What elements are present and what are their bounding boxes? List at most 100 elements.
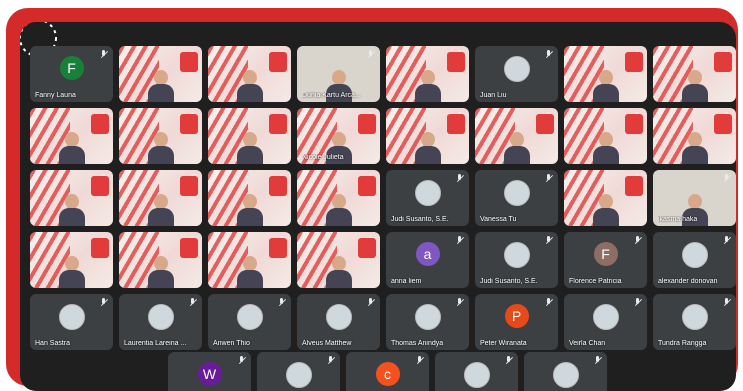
participant-tile[interactable]: [208, 46, 291, 102]
participant-tile[interactable]: Judi Susanto, S.E.: [475, 232, 558, 288]
participant-name: Florence Patricia: [569, 278, 622, 285]
participant-avatar: P: [504, 304, 529, 328]
mic-muted-icon: [505, 356, 513, 365]
participant-tile[interactable]: Thomas Anindya: [386, 294, 469, 350]
participant-tile[interactable]: [524, 352, 607, 391]
participant-name: Nicole Julieta: [302, 154, 344, 161]
participant-video: [414, 68, 441, 102]
participant-video: [147, 68, 174, 102]
participant-video: [681, 130, 708, 164]
participant-video: [592, 68, 619, 102]
mic-muted-icon: [367, 112, 375, 121]
mic-muted-icon: [367, 174, 375, 183]
participant-avatar: a: [415, 242, 440, 266]
mic-muted-icon: [634, 174, 642, 183]
participant-tile[interactable]: [297, 232, 380, 288]
participant-tile[interactable]: a anna liem: [386, 232, 469, 288]
mic-muted-icon: [367, 236, 375, 245]
participant-tile[interactable]: [30, 108, 113, 164]
mic-muted-icon: [723, 112, 731, 121]
participant-tile[interactable]: Vanessa Tu: [475, 170, 558, 226]
participant-photo: [285, 362, 312, 388]
participant-photo: [681, 242, 708, 268]
participant-video: [503, 130, 530, 164]
mic-muted-icon: [545, 298, 553, 307]
mic-muted-icon: [545, 50, 553, 59]
participant-tile[interactable]: W: [168, 352, 251, 391]
participant-photo: [592, 304, 619, 330]
participant-tile[interactable]: Han Sastra: [30, 294, 113, 350]
participant-avatar: W: [197, 362, 222, 386]
participant-tile[interactable]: [653, 108, 736, 164]
participant-tile[interactable]: [119, 46, 202, 102]
participant-tile[interactable]: 36 Jainaya: [435, 352, 518, 391]
participant-photo: [681, 304, 708, 330]
mic-muted-icon: [100, 50, 108, 59]
participant-tile[interactable]: [119, 232, 202, 288]
participant-tile[interactable]: ikasma haka: [653, 170, 736, 226]
participant-tile[interactable]: [208, 170, 291, 226]
participant-tile[interactable]: P Peter Wiranata: [475, 294, 558, 350]
participant-tile[interactable]: alexander donovan: [653, 232, 736, 288]
participant-tile[interactable]: [386, 46, 469, 102]
participant-tile[interactable]: Alveus Matthew: [297, 294, 380, 350]
participant-tile[interactable]: [119, 170, 202, 226]
participant-name: Judi Susanto, S.E.: [480, 278, 538, 285]
mic-muted-icon: [100, 298, 108, 307]
participant-tile[interactable]: [208, 108, 291, 164]
mic-muted-icon: [327, 356, 335, 365]
participant-tile[interactable]: [208, 232, 291, 288]
participant-tile[interactable]: Tundra Rangga: [653, 294, 736, 350]
participant-tile[interactable]: Veirla Chan: [564, 294, 647, 350]
participant-tile[interactable]: F Fanny Launa: [30, 46, 113, 102]
participant-name: Laurentia Lareina ...: [124, 340, 187, 347]
participant-tile[interactable]: [386, 108, 469, 164]
participant-tile[interactable]: [653, 46, 736, 102]
participant-tile[interactable]: Anwen Thio: [208, 294, 291, 350]
participant-name: alexander donovan: [658, 278, 718, 285]
mic-muted-icon: [723, 50, 731, 59]
participant-tile[interactable]: [564, 108, 647, 164]
participant-video: [58, 254, 85, 288]
participant-tile[interactable]: Judi Susanto, S.E.: [386, 170, 469, 226]
participant-tile[interactable]: [30, 170, 113, 226]
mic-muted-icon: [594, 356, 602, 365]
participant-tile[interactable]: [475, 108, 558, 164]
mic-muted-icon: [634, 236, 642, 245]
participant-tile[interactable]: Laurentia Lareina ...: [119, 294, 202, 350]
participant-photo: [503, 56, 530, 82]
mic-muted-icon: [456, 236, 464, 245]
mic-muted-icon: [278, 50, 286, 59]
participant-video: [58, 192, 85, 226]
participant-name: Vanessa Tu: [480, 216, 517, 223]
participant-name: Thomas Anindya: [391, 340, 444, 347]
participant-name: Veirla Chan: [569, 340, 606, 347]
participant-tile[interactable]: [564, 46, 647, 102]
participant-photo: [552, 362, 579, 388]
mic-muted-icon: [634, 112, 642, 121]
participant-name: Dunia Kartu Arca...: [302, 92, 361, 99]
participant-tile[interactable]: [30, 232, 113, 288]
participant-photo: [58, 304, 85, 330]
participant-video: [681, 68, 708, 102]
participant-tile[interactable]: [257, 352, 340, 391]
participant-photo: [463, 362, 490, 388]
participant-tile[interactable]: [119, 108, 202, 164]
participant-photo: [503, 242, 530, 268]
participant-video: [325, 192, 352, 226]
participant-video: [592, 192, 619, 226]
participant-tile[interactable]: Dunia Kartu Arca...: [297, 46, 380, 102]
presentation-frame: F Fanny Launa Dunia Kartu Arca... Juan Liu N…: [6, 8, 738, 391]
mic-muted-icon: [723, 236, 731, 245]
mic-muted-icon: [189, 298, 197, 307]
mic-muted-icon: [367, 50, 375, 59]
participant-tile[interactable]: [297, 170, 380, 226]
participant-tile[interactable]: [564, 170, 647, 226]
participant-tile[interactable]: F Florence Patricia: [564, 232, 647, 288]
participant-tile[interactable]: Juan Liu: [475, 46, 558, 102]
participant-photo: [414, 180, 441, 206]
participant-tile[interactable]: c: [346, 352, 429, 391]
participant-video: [147, 192, 174, 226]
participant-tile[interactable]: Nicole Julieta: [297, 108, 380, 164]
participant-avatar: F: [593, 242, 618, 266]
